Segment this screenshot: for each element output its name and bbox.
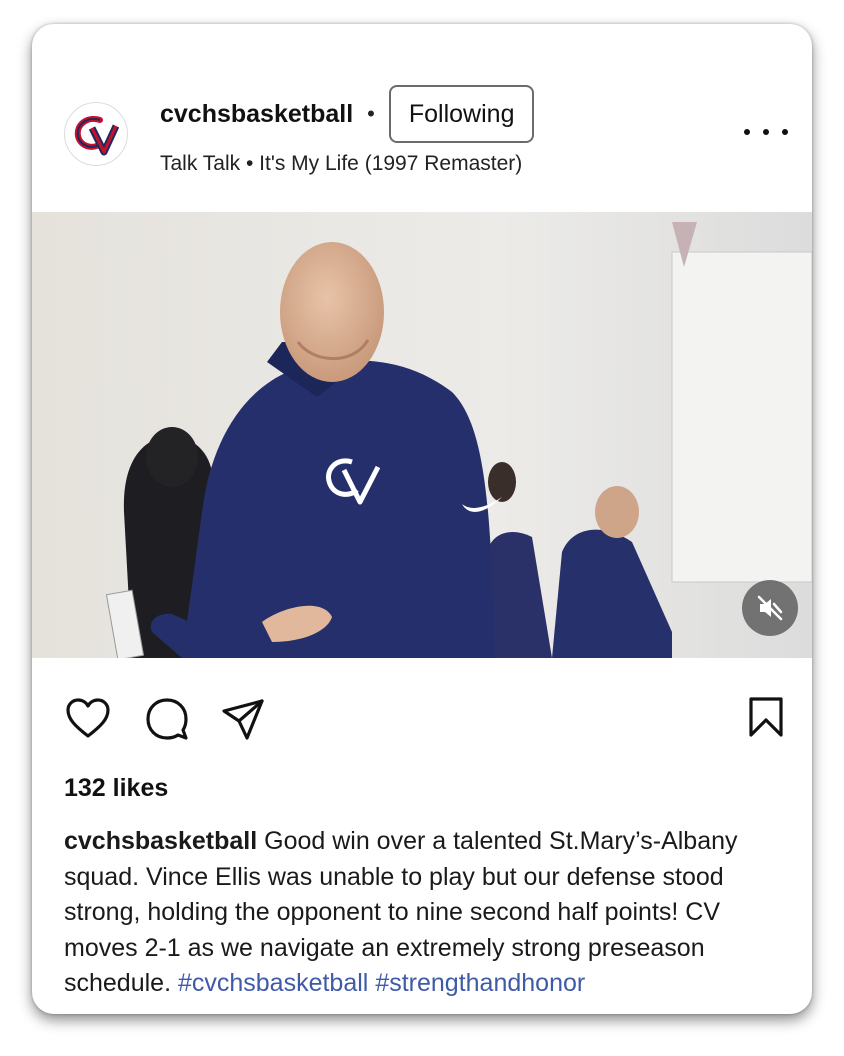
comment-button[interactable] <box>144 696 190 742</box>
caption-username[interactable]: cvchsbasketball <box>64 827 257 855</box>
mute-toggle-button[interactable] <box>742 580 798 636</box>
speaker-muted-icon <box>757 595 783 621</box>
save-button[interactable] <box>746 694 786 740</box>
hashtag-link[interactable]: #strengthandhonor <box>375 969 585 997</box>
more-dot <box>744 129 750 135</box>
profile-avatar[interactable]: CV <box>64 102 128 166</box>
likes-count[interactable]: 132 likes <box>64 774 168 803</box>
post-caption: cvchsbasketball Good win over a talented… <box>64 824 794 1002</box>
more-dot <box>782 129 788 135</box>
heart-icon <box>66 698 110 738</box>
audio-track-link[interactable]: Talk Talk • It's My Life (1997 Remaster) <box>160 152 522 176</box>
post-video[interactable] <box>32 212 812 658</box>
post-header: cvchsbasketball • Following <box>160 85 535 143</box>
send-icon <box>222 699 264 740</box>
more-options-icon[interactable] <box>744 120 788 144</box>
post-username[interactable]: cvchsbasketball <box>160 100 353 129</box>
comment-icon <box>146 698 188 740</box>
bookmark-icon <box>749 697 783 737</box>
video-frame <box>32 212 812 658</box>
hashtag-link[interactable]: #cvchsbasketball <box>178 969 368 997</box>
more-dot <box>763 129 769 135</box>
share-button[interactable] <box>220 696 266 742</box>
post-card: CV cvchsbasketball • Following Talk Talk… <box>32 24 812 1014</box>
following-button[interactable]: Following <box>388 85 535 143</box>
separator-dot: • <box>367 101 375 126</box>
cv-logo-icon <box>74 116 120 156</box>
like-button[interactable] <box>64 696 112 740</box>
